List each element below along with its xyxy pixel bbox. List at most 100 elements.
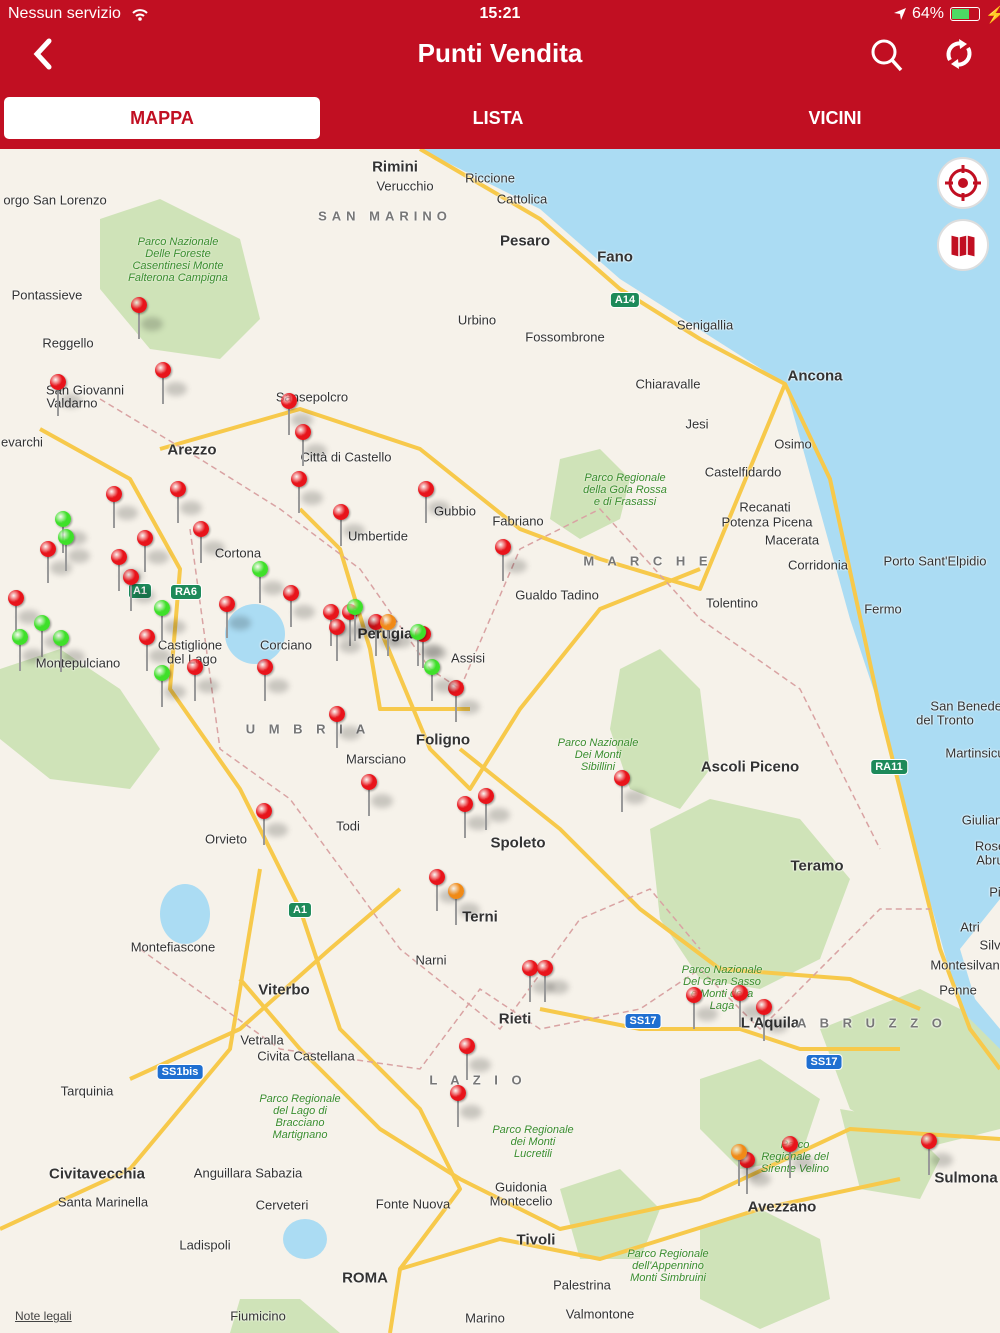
place-label: Fano xyxy=(597,248,633,266)
tab-vicini[interactable]: VICINI xyxy=(677,97,993,139)
store-pin-red[interactable] xyxy=(40,541,72,585)
place-label: Montesilvan xyxy=(930,957,1000,973)
road-shield: SS17 xyxy=(624,1013,662,1029)
store-pin-orange[interactable] xyxy=(380,614,412,658)
place-label: Reggello xyxy=(42,335,94,351)
store-pin-red[interactable] xyxy=(295,424,327,468)
place-label: Pesaro xyxy=(499,232,551,250)
store-pin-green[interactable] xyxy=(12,629,44,673)
place-label: Riccione xyxy=(465,170,515,186)
store-pin-red[interactable] xyxy=(450,1085,482,1129)
place-label: Potenza Picena xyxy=(721,514,813,530)
park-label: Parco Nazionale Dei Monti Sibillini xyxy=(557,737,639,773)
place-label: Porto Sant'Elpidio xyxy=(883,553,987,569)
place-label: Civita Castellana xyxy=(257,1048,355,1064)
store-pin-green[interactable] xyxy=(424,659,456,703)
park-label: Parco Nazionale Delle Foreste Casentines… xyxy=(128,236,228,284)
store-pin-red[interactable] xyxy=(8,590,40,634)
store-pin-red[interactable] xyxy=(686,987,718,1031)
store-pin-red[interactable] xyxy=(187,659,219,703)
tab-lista[interactable]: LISTA xyxy=(340,97,656,139)
map-type-button[interactable] xyxy=(937,219,989,271)
store-pin-red[interactable] xyxy=(921,1133,953,1177)
store-pin-green[interactable] xyxy=(252,561,284,605)
store-pin-red[interactable] xyxy=(329,706,361,750)
place-label: Cerveteri xyxy=(255,1197,309,1213)
store-pin-red[interactable] xyxy=(495,539,527,583)
store-pin-green[interactable] xyxy=(347,599,379,643)
place-label: Abru xyxy=(976,852,1000,868)
charging-icon: ⚡ xyxy=(985,7,1000,24)
place-label: Viterbo xyxy=(258,981,310,999)
place-label: Ancona xyxy=(787,367,843,385)
store-pin-red[interactable] xyxy=(732,985,764,1029)
place-label: Anguillara Sabazia xyxy=(193,1165,303,1181)
store-pin-red[interactable] xyxy=(123,569,155,613)
store-pin-red[interactable] xyxy=(283,585,315,629)
store-pin-green[interactable] xyxy=(53,630,85,674)
store-pin-red[interactable] xyxy=(459,1038,491,1082)
place-label: Gualdo Tadino xyxy=(515,587,599,603)
store-pin-red[interactable] xyxy=(418,481,450,525)
place-label: Macerata xyxy=(764,532,820,548)
store-pin-red[interactable] xyxy=(457,796,489,840)
store-pin-green[interactable] xyxy=(58,529,90,573)
store-pin-red[interactable] xyxy=(155,362,187,406)
store-pin-green[interactable] xyxy=(410,624,442,668)
refresh-button[interactable] xyxy=(943,38,975,70)
store-pin-green[interactable] xyxy=(154,600,186,644)
place-label: Santa Marinella xyxy=(57,1194,149,1210)
place-label: Tivoli xyxy=(516,1231,556,1249)
store-pin-red[interactable] xyxy=(361,774,393,818)
place-label: Castelfidardo xyxy=(704,464,782,480)
place-label: Guidonia xyxy=(494,1179,548,1195)
store-pin-red[interactable] xyxy=(782,1136,814,1180)
road-shield: A14 xyxy=(609,292,641,308)
place-label: Spoleto xyxy=(490,834,546,852)
store-pin-red[interactable] xyxy=(478,788,510,832)
clock: 15:21 xyxy=(479,5,521,22)
store-pin-red[interactable] xyxy=(50,374,82,418)
store-pin-red[interactable] xyxy=(257,659,289,703)
legal-notes-link[interactable]: Note legali xyxy=(15,1309,72,1323)
store-pin-red[interactable] xyxy=(429,869,461,913)
place-label: Montefiascone xyxy=(130,939,216,955)
locate-me-button[interactable] xyxy=(937,157,989,209)
place-label: Verucchio xyxy=(376,178,434,194)
store-pin-red[interactable] xyxy=(329,619,361,663)
store-pin-red[interactable] xyxy=(139,629,171,673)
store-pin-orange[interactable] xyxy=(448,883,480,927)
place-label: Tolentino xyxy=(705,595,759,611)
store-pin-red[interactable] xyxy=(333,504,365,548)
store-pin-red[interactable] xyxy=(522,960,554,1004)
place-label: Rimini xyxy=(372,158,418,176)
place-label: Fabriano xyxy=(492,513,544,529)
store-pin-orange[interactable] xyxy=(731,1144,763,1188)
place-label: Civitavecchia xyxy=(49,1165,145,1183)
store-pin-red[interactable] xyxy=(193,521,225,565)
place-label: Urbino xyxy=(457,312,497,328)
tab-mappa[interactable]: MAPPA xyxy=(4,97,320,139)
place-label: Atri xyxy=(960,919,980,935)
place-label: Montecelio xyxy=(489,1193,553,1209)
store-pin-red[interactable] xyxy=(614,770,646,814)
store-pin-red[interactable] xyxy=(219,596,251,640)
map-view[interactable]: Rimini Riccione Verucchio Cattolica SAN MARI… xyxy=(0,149,1000,1333)
store-pin-red[interactable] xyxy=(131,297,163,341)
place-label: Valmontone xyxy=(565,1306,635,1322)
store-pin-red[interactable] xyxy=(106,486,138,530)
place-label: Chiaravalle xyxy=(635,376,701,392)
road-shield: A1 xyxy=(287,902,313,918)
store-pin-red[interactable] xyxy=(756,999,788,1043)
place-label: Rieti xyxy=(498,1010,532,1028)
page-title: Punti Vendita xyxy=(417,38,583,68)
store-pin-red[interactable] xyxy=(170,481,202,525)
store-pin-red[interactable] xyxy=(291,471,323,515)
store-pin-green[interactable] xyxy=(154,665,186,709)
place-label: Marsciano xyxy=(346,751,406,767)
store-pin-red[interactable] xyxy=(537,960,569,1004)
battery-icon xyxy=(950,7,980,21)
store-pin-red[interactable] xyxy=(137,530,169,574)
search-button[interactable] xyxy=(870,38,904,72)
store-pin-red[interactable] xyxy=(256,803,288,847)
